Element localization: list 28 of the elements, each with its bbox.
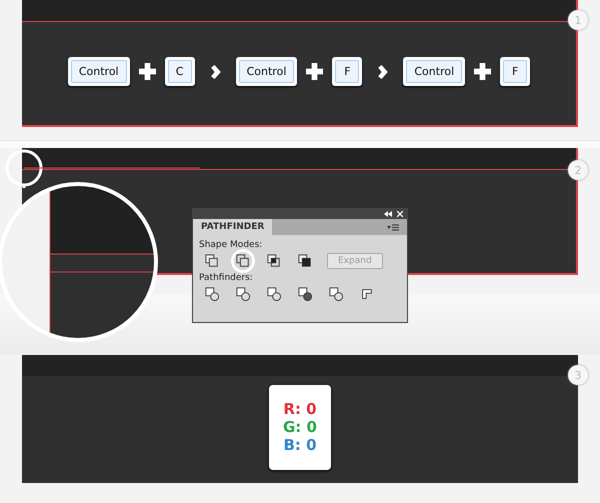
plus-icon	[306, 63, 324, 80]
pathfinder-icon[interactable]	[327, 285, 345, 303]
keyboard-key: Control	[68, 57, 130, 86]
close-icon[interactable]	[397, 211, 403, 217]
step-number: 2	[568, 160, 588, 180]
plus-icon	[138, 63, 156, 80]
keyboard-key: F	[500, 57, 530, 86]
section-label: Pathfinders:	[199, 273, 254, 283]
chevron-right-icon	[377, 64, 388, 78]
keyboard-key: Control	[403, 57, 466, 86]
shape-mode-icon[interactable]	[234, 252, 252, 270]
keyboard-key: F	[332, 57, 362, 86]
section-label: Shape Modes:	[199, 240, 264, 250]
keyboard-key: Control	[236, 57, 298, 86]
color-value: R: 0	[283, 400, 317, 418]
pathfinder-icon[interactable]	[296, 285, 314, 303]
step-number: 1	[568, 10, 588, 30]
color-value: G: 0	[283, 418, 317, 436]
chevron-right-icon	[210, 64, 221, 78]
step-number: 3	[568, 365, 588, 385]
keyboard-key: C	[164, 57, 195, 86]
panel-tab[interactable]: PATHFINDER	[193, 219, 272, 235]
pathfinder-icon[interactable]	[234, 285, 252, 303]
pathfinder-icon[interactable]	[265, 285, 283, 303]
color-value: B: 0	[283, 436, 317, 454]
plus-icon	[474, 63, 492, 80]
collapse-icon[interactable]	[384, 211, 392, 217]
pathfinder-icon[interactable]	[203, 285, 221, 303]
